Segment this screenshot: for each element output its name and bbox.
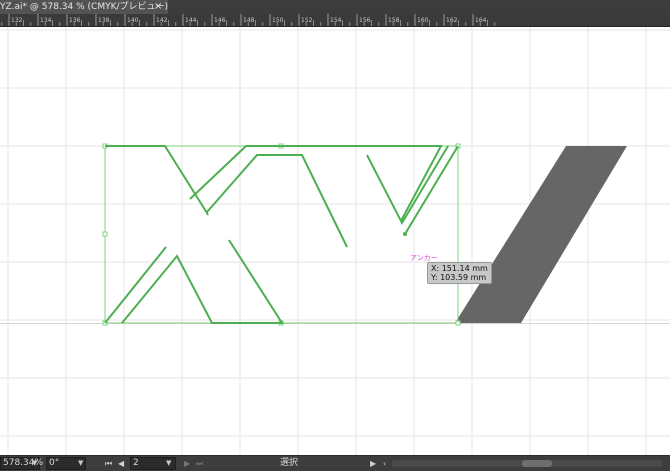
x-outline-lower <box>104 246 167 324</box>
coordinate-tooltip: X: 151.14 mm Y: 103.59 mm <box>427 262 492 284</box>
chevron-down-icon[interactable]: ▼ <box>166 456 171 471</box>
ruler-label: 134 <box>40 17 52 24</box>
ruler-label: 162 <box>446 17 458 24</box>
horizontal-ruler[interactable]: 1301321341361381401421441461481501521541… <box>0 14 670 27</box>
last-artboard-icon[interactable]: ⏭ <box>196 456 203 471</box>
document-tab[interactable]: YZ.ai* @ 578.34 % (CMYK/プレビュー) × <box>0 0 168 14</box>
slash-shape <box>455 146 627 323</box>
ruler-label: 154 <box>330 17 342 24</box>
scroll-left-icon[interactable]: ‹ <box>383 456 386 471</box>
current-tool-label: 選択 <box>280 458 299 468</box>
ruler-label: 146 <box>214 17 226 24</box>
tooltip-y-value: Y: 103.59 mm <box>431 273 487 282</box>
document-tab-title: YZ.ai* @ 578.34 % (CMYK/プレビュー) <box>0 2 168 12</box>
ruler-label: 158 <box>388 17 400 24</box>
horizontal-scrollbar[interactable] <box>392 460 662 467</box>
artboard-number-value: 2 <box>133 458 139 468</box>
next-artboard-icon[interactable]: ▶ <box>184 456 190 471</box>
ruler-ticks: 1301321341361381401421441461481501521541… <box>1 14 496 26</box>
artwork <box>0 27 670 455</box>
x-outline-left <box>105 145 209 216</box>
x-outline-bottom <box>121 239 284 324</box>
ruler-label: 156 <box>359 17 371 24</box>
play-icon[interactable]: ▶ <box>370 456 376 471</box>
ruler-label: 160 <box>417 17 429 24</box>
ruler-label: 138 <box>98 17 110 24</box>
scrollbar-thumb[interactable] <box>522 460 552 467</box>
tooltip-x-value: X: 151.14 mm <box>431 264 488 273</box>
x-outline-inner-arm <box>206 154 348 248</box>
ruler-label: 148 <box>243 17 255 24</box>
ruler-label: 150 <box>272 17 284 24</box>
document-tab-bar: YZ.ai* @ 578.34 % (CMYK/プレビュー) × <box>0 0 670 14</box>
ruler-label: 164 <box>475 17 487 24</box>
close-tab-icon[interactable]: × <box>154 0 162 14</box>
y-outline-stem <box>404 145 459 235</box>
ruler-label: 140 <box>127 17 139 24</box>
artboard-canvas[interactable]: アンカー X: 151.14 mm Y: 103.59 mm <box>0 27 670 455</box>
ruler-label: 142 <box>156 17 168 24</box>
first-artboard-icon[interactable]: ⏮ <box>105 456 112 471</box>
status-bar: 578.34% ▼ 0° ▼ ⏮ ◀ 2 ▼ ▶ ⏭ 選択 ▶ ‹ <box>0 455 670 471</box>
anchor-point <box>403 232 407 236</box>
ruler-label: 132 <box>11 17 23 24</box>
chevron-down-icon[interactable]: ▼ <box>32 456 37 471</box>
ruler-label: 136 <box>69 17 81 24</box>
previous-artboard-icon[interactable]: ◀ <box>118 456 124 471</box>
ruler-label: 144 <box>185 17 197 24</box>
chevron-down-icon[interactable]: ▼ <box>78 456 83 471</box>
ruler-label: 152 <box>301 17 313 24</box>
rotation-value: 0° <box>49 458 60 468</box>
